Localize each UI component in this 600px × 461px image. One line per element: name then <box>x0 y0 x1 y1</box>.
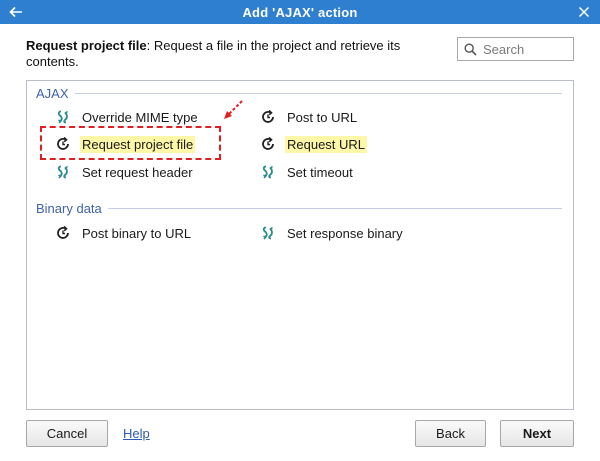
refresh-icon <box>259 108 277 126</box>
title-bar: Add 'AJAX' action <box>0 0 600 24</box>
section-label: AJAX <box>36 85 69 101</box>
back-arrow-icon[interactable] <box>6 2 26 22</box>
action-set-response-binary[interactable]: Set response binary <box>259 222 405 244</box>
refresh-icon <box>54 135 72 153</box>
search-icon <box>464 42 477 56</box>
swap-icon <box>54 163 72 181</box>
action-label: Post binary to URL <box>82 225 192 241</box>
action-set-timeout[interactable]: Set timeout <box>259 161 355 183</box>
swap-icon <box>259 224 277 242</box>
action-label: Request URL <box>285 135 368 153</box>
action-label: Set request header <box>82 164 193 180</box>
action-label: Override MIME type <box>82 109 198 125</box>
action-label: Post to URL <box>287 109 358 125</box>
action-request-project-file[interactable]: Request project file <box>54 133 196 155</box>
search-input[interactable] <box>481 40 571 58</box>
actions-panel[interactable] <box>26 80 574 410</box>
cancel-button[interactable]: Cancel <box>26 420 108 447</box>
section-label: Binary data <box>36 200 102 216</box>
section-header-ajax: AJAX <box>36 85 562 101</box>
section-divider <box>107 207 562 209</box>
action-description-name: Request project file <box>26 38 147 53</box>
action-label: Set timeout <box>287 164 353 180</box>
next-button[interactable]: Next <box>500 420 574 447</box>
window-title: Add 'AJAX' action <box>242 4 358 20</box>
section-header-binary-data: Binary data <box>36 200 562 216</box>
action-label: Request project file <box>80 135 196 153</box>
swap-icon <box>259 163 277 181</box>
section-divider <box>74 92 562 94</box>
search-box[interactable] <box>457 37 574 61</box>
back-button[interactable]: Back <box>415 420 486 447</box>
close-icon[interactable] <box>574 2 594 22</box>
action-post-binary-to-url[interactable]: Post binary to URL <box>54 222 193 244</box>
action-request-url[interactable]: Request URL <box>259 133 368 155</box>
action-override-mime-type[interactable]: Override MIME type <box>54 106 200 128</box>
action-description: Request project file: Request a file in … <box>26 38 446 70</box>
help-link[interactable]: Help <box>123 426 150 441</box>
action-label: Set response binary <box>287 225 403 241</box>
action-post-to-url[interactable]: Post to URL <box>259 106 359 128</box>
action-set-request-header[interactable]: Set request header <box>54 161 195 183</box>
refresh-icon <box>54 224 72 242</box>
swap-icon <box>54 108 72 126</box>
refresh-icon <box>259 135 277 153</box>
